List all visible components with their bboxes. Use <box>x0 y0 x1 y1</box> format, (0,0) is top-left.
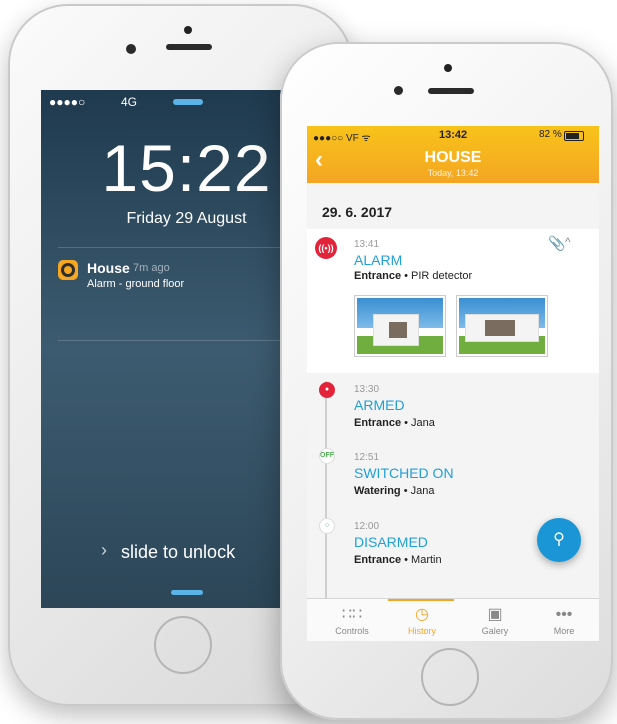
event-time: 12:00 <box>354 521 380 532</box>
camera-icon: ▣ <box>487 606 503 623</box>
tab-label: Controls <box>335 626 369 636</box>
tab-label: History <box>407 626 436 636</box>
battery-fill <box>566 133 579 139</box>
clock-icon: ◷ <box>415 606 429 623</box>
signal-strength: ●●●●○ <box>49 95 86 109</box>
event-card-alarm[interactable]: ((•)) 13:41 ALARM Entrance • PIR detecto… <box>307 229 599 373</box>
notification-message[interactable]: Alarm - ground floor <box>87 278 184 290</box>
event-description: Watering • Jana <box>354 485 434 497</box>
home-button[interactable] <box>154 616 212 674</box>
chevron-up-icon[interactable]: ^ <box>565 235 571 249</box>
event-location: Entrance <box>354 554 402 566</box>
event-detail: • Martin <box>401 554 442 566</box>
front-camera <box>126 44 136 54</box>
off-badge: OFF <box>319 448 335 464</box>
app-logo-center <box>64 266 72 274</box>
alarm-icon: ((•)) <box>315 237 337 259</box>
tab-more[interactable]: ••• More <box>529 599 599 641</box>
tab-controls[interactable]: ∷∷ Controls <box>317 599 387 641</box>
page-title: HOUSE <box>424 149 482 166</box>
thumb-window <box>389 322 407 338</box>
camera-dot <box>184 26 192 34</box>
slide-arrow-icon: › <box>101 540 107 560</box>
event-description: Entrance • Jana <box>354 417 435 429</box>
app-screen: ●●●○○ VF ᯤ 13:42 82 % ‹ HOUSE Today, 13:… <box>307 126 599 641</box>
event-time: 13:41 <box>354 239 380 250</box>
status-time: 13:42 <box>439 129 468 141</box>
event-location: Entrance <box>354 417 402 429</box>
snapshot-thumbnail[interactable] <box>456 295 548 357</box>
battery-percent: 82 % <box>539 129 562 140</box>
tab-label: More <box>553 626 575 636</box>
notification-title[interactable]: House <box>87 260 130 276</box>
event-location: Entrance <box>354 270 402 282</box>
event-time: 12:51 <box>354 452 380 463</box>
status-pill <box>173 99 203 105</box>
front-phone: ●●●○○ VF ᯤ 13:42 82 % ‹ HOUSE Today, 13:… <box>280 42 613 720</box>
search-button[interactable]: ⚲ <box>537 518 581 562</box>
event-description: Entrance • Martin <box>354 554 442 566</box>
network-type: 4G <box>121 95 138 109</box>
lock-icon: ● <box>319 382 335 398</box>
earpiece-speaker <box>428 88 474 94</box>
event-title: ALARM <box>354 252 403 268</box>
event-title[interactable]: SWITCHED ON <box>354 465 454 481</box>
event-location: Watering <box>354 485 401 497</box>
page-subtitle: Today, 13:42 <box>427 168 479 178</box>
earpiece-speaker <box>166 44 212 50</box>
front-camera <box>394 86 403 95</box>
unlock-icon: ○ <box>319 518 335 534</box>
house-app-icon[interactable] <box>58 260 78 280</box>
battery-icon <box>564 131 584 141</box>
attachment-icon[interactable]: 📎 <box>548 235 565 252</box>
event-title[interactable]: ARMED <box>354 397 405 413</box>
tab-galery[interactable]: ▣ Galery <box>460 599 530 641</box>
grid-icon: ∷∷ <box>341 606 363 623</box>
event-time: 13:30 <box>354 384 380 395</box>
event-detail: • Jana <box>400 485 435 497</box>
snapshot-thumbnail[interactable] <box>354 295 446 357</box>
camera-dot <box>444 64 452 72</box>
home-button[interactable] <box>421 648 479 706</box>
tab-history[interactable]: ◷ History <box>387 599 457 641</box>
event-description: Entrance • PIR detector <box>354 270 472 282</box>
more-icon: ••• <box>555 606 573 623</box>
event-detail: • Jana <box>401 417 435 429</box>
carrier-signal: ●●●○○ VF ᯤ <box>313 133 371 144</box>
search-icon: ⚲ <box>553 531 565 548</box>
event-detail: • PIR detector <box>401 270 473 282</box>
date-heading: 29. 6. 2017 <box>322 204 393 220</box>
notification-time: 7m ago <box>133 262 170 274</box>
thumb-window <box>485 320 515 336</box>
tab-label: Galery <box>481 626 509 636</box>
tab-bar: ∷∷ Controls ◷ History ▣ Galery ••• More <box>307 598 599 641</box>
slide-to-unlock[interactable]: slide to unlock <box>121 542 235 563</box>
event-title[interactable]: DISARMED <box>354 534 428 550</box>
camera-grabber[interactable] <box>171 590 203 595</box>
app-header: ●●●○○ VF ᯤ 13:42 82 % ‹ HOUSE Today, 13:… <box>307 126 599 183</box>
